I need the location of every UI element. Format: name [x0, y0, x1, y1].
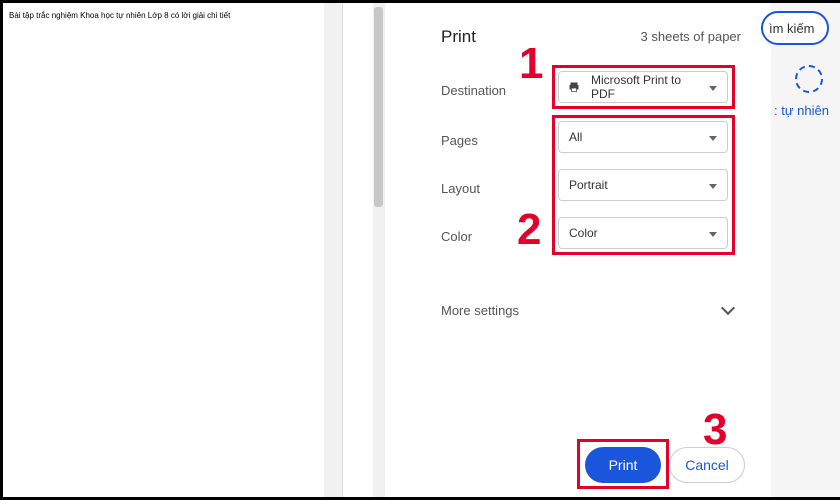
more-settings-toggle[interactable]: More settings [441, 303, 519, 318]
print-preview-area: Bài tập trắc nghiệm Khoa học tự nhiên Lớ… [3, 3, 343, 497]
printer-icon [567, 81, 581, 93]
label-pages: Pages [441, 133, 478, 148]
background-target-icon [795, 65, 823, 93]
annotation-number-1: 1 [519, 39, 543, 89]
color-value: Color [569, 226, 598, 240]
pages-value: All [569, 130, 582, 144]
cancel-button-label: Cancel [685, 457, 729, 473]
sheets-of-paper-text: 3 sheets of paper [641, 29, 741, 44]
layout-value: Portrait [569, 178, 608, 192]
background-search-pill: ìm kiếm [761, 11, 829, 45]
chevron-down-icon[interactable] [723, 303, 737, 317]
preview-paper: Bài tập trắc nghiệm Khoa học tự nhiên Lớ… [3, 3, 325, 497]
label-destination: Destination [441, 83, 506, 98]
destination-value: Microsoft Print to PDF [591, 73, 701, 101]
background-search-text: ìm kiếm [769, 21, 815, 36]
caret-down-icon [709, 86, 717, 91]
dialog-title: Print [441, 27, 476, 47]
preview-scrollbar[interactable] [324, 3, 342, 497]
pages-select[interactable]: All [558, 121, 728, 153]
background-link-text: : tự nhiên [774, 103, 829, 118]
color-select[interactable]: Color [558, 217, 728, 249]
label-color: Color [441, 229, 472, 244]
caret-down-icon [709, 136, 717, 141]
print-button-label: Print [609, 457, 638, 473]
caret-down-icon [709, 184, 717, 189]
preview-document-title: Bài tập trắc nghiệm Khoa học tự nhiên Lớ… [9, 11, 230, 20]
annotation-number-2: 2 [517, 205, 541, 255]
destination-select[interactable]: Microsoft Print to PDF [558, 71, 728, 103]
layout-select[interactable]: Portrait [558, 169, 728, 201]
print-button[interactable]: Print [585, 447, 661, 483]
cancel-button[interactable]: Cancel [669, 447, 745, 483]
dialog-scrollbar-thumb[interactable] [374, 7, 383, 207]
label-layout: Layout [441, 181, 480, 196]
caret-down-icon [709, 232, 717, 237]
